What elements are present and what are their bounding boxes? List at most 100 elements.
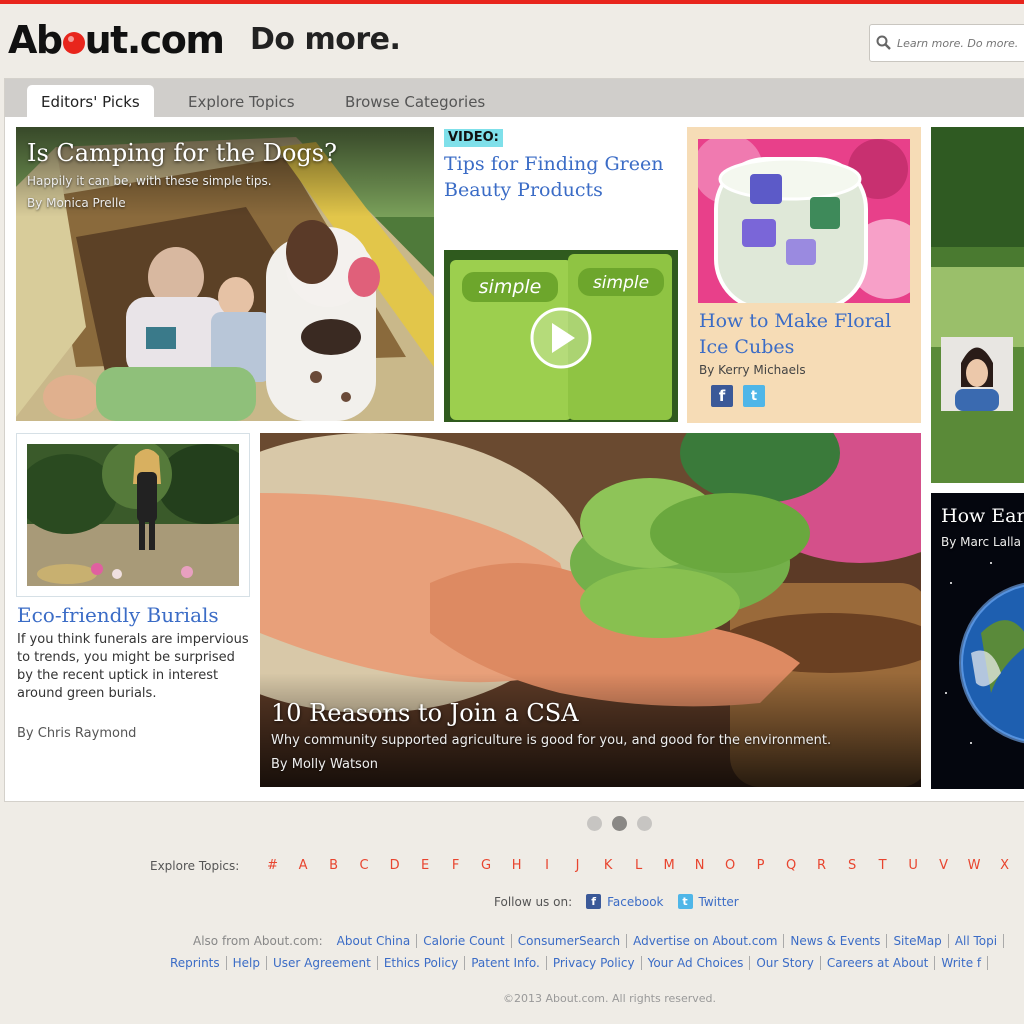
earth-title[interactable]: How Ear [941, 505, 1024, 527]
az-letter[interactable]: B [318, 858, 349, 873]
az-letter[interactable]: G [471, 858, 502, 873]
footer-link[interactable]: News & Events [784, 934, 888, 948]
az-letter[interactable]: V [928, 858, 959, 873]
about-logo[interactable]: Ab ut.com [8, 18, 225, 62]
az-letter[interactable]: K [593, 858, 624, 873]
az-letter[interactable]: U [898, 858, 929, 873]
tab-bar: Editors' Picks Explore Topics Browse Cat… [5, 79, 1024, 117]
burials-image-frame [16, 433, 250, 597]
page-dot-3[interactable] [637, 816, 652, 831]
tab-browse-categories[interactable]: Browse Categories [331, 85, 499, 117]
earth-byline: By Marc Lalla [941, 535, 1021, 549]
also-from-label: Also from About.com: [193, 934, 323, 948]
logo-text-a: Ab [8, 18, 63, 62]
footer-link[interactable]: Careers at About [821, 956, 936, 970]
footer-link[interactable]: Patent Info. [465, 956, 547, 970]
az-letter[interactable]: N [684, 858, 715, 873]
footer-link[interactable]: Calorie Count [417, 934, 512, 948]
burials-description: If you think funerals are impervious to … [17, 632, 249, 701]
logo-text-b: ut.com [84, 18, 225, 62]
az-letter[interactable]: R [806, 858, 837, 873]
az-letter[interactable]: S [837, 858, 868, 873]
explore-topics-az: Explore Topics: # A B C D E F G H I J K L M N O P Q R S T U V W… [150, 858, 1020, 873]
csa-card[interactable]: 10 Reasons to Join a CSA Why community s… [260, 433, 921, 787]
az-letter[interactable]: W [959, 858, 990, 873]
burials-byline: By Chris Raymond [17, 726, 137, 741]
burials-title[interactable]: Eco-friendly Burials [17, 603, 219, 627]
camping-title[interactable]: Is Camping for the Dogs? [27, 139, 337, 167]
search-input[interactable] [897, 36, 1024, 50]
az-letter[interactable]: O [715, 858, 746, 873]
ice-cubes-card[interactable]: How to Make Floral Ice Cubes By Kerry Mi… [687, 127, 921, 423]
footer-link[interactable]: Reprints [164, 956, 227, 970]
footer-link[interactable]: Ethics Policy [378, 956, 466, 970]
az-letter[interactable]: # [257, 858, 288, 873]
search-box[interactable] [869, 24, 1024, 62]
footer-link[interactable]: SiteMap [887, 934, 949, 948]
tab-explore-topics[interactable]: Explore Topics [174, 85, 309, 117]
facebook-link[interactable]: Facebook [607, 895, 663, 909]
az-letter[interactable]: Q [776, 858, 807, 873]
az-letter[interactable]: H [501, 858, 532, 873]
az-letter[interactable]: L [623, 858, 654, 873]
burials-image [27, 444, 239, 586]
camping-image [16, 127, 434, 421]
twitter-link[interactable]: Twitter [699, 895, 739, 909]
az-letter[interactable]: I [532, 858, 563, 873]
video-badge: VIDEO: [444, 129, 503, 147]
footer-link[interactable]: User Agreement [267, 956, 378, 970]
footer-link[interactable]: Our Story [750, 956, 821, 970]
footer-link[interactable]: ConsumerSearch [512, 934, 628, 948]
ice-cubes-image [698, 139, 910, 303]
right-top-card[interactable] [931, 127, 1024, 483]
footer-links-2: Reprints Help User Agreement Ethics Policy P… [164, 956, 989, 970]
csa-subtitle: Why community supported agriculture is g… [271, 733, 832, 748]
footer-row-1: Also from About.com: About China Calorie … [193, 934, 1005, 948]
twitter-share-icon[interactable]: t [743, 385, 765, 407]
az-letter[interactable]: F [440, 858, 471, 873]
ice-cubes-title[interactable]: How to Make Floral Ice Cubes [699, 308, 911, 360]
az-letter[interactable]: J [562, 858, 593, 873]
video-title[interactable]: Tips for Finding Green Beauty Products [444, 151, 674, 203]
csa-title[interactable]: 10 Reasons to Join a CSA [271, 699, 579, 727]
video-thumbnail[interactable]: simple simple [444, 250, 678, 422]
az-letter[interactable]: A [288, 858, 319, 873]
footer-link[interactable]: Your Ad Choices [642, 956, 751, 970]
facebook-share-icon[interactable]: f [711, 385, 733, 407]
footer-link[interactable]: Help [227, 956, 267, 970]
az-letter[interactable]: X [989, 858, 1020, 873]
footer-link[interactable]: Privacy Policy [547, 956, 642, 970]
copyright: ©2013 About.com. All rights reserved. [503, 992, 717, 1005]
footer-link[interactable]: Advertise on About.com [627, 934, 785, 948]
logo-dot-icon [62, 32, 85, 54]
az-letter[interactable]: M [654, 858, 685, 873]
camping-card[interactable]: Is Camping for the Dogs? Happily it can … [16, 127, 434, 421]
footer-links-1: About China Calorie Count ConsumerSearch Ad… [331, 934, 1005, 948]
page-dot-2[interactable] [612, 816, 627, 831]
ice-cubes-byline: By Kerry Michaels [699, 363, 806, 377]
tagline: Do more. [250, 22, 401, 57]
twitter-icon[interactable]: t [677, 894, 693, 909]
burials-card[interactable]: Eco-friendly Burials If you think funera… [16, 433, 252, 813]
az-letter[interactable]: P [745, 858, 776, 873]
footer-link[interactable]: About China [331, 934, 418, 948]
earth-card[interactable]: How Ear By Marc Lalla [931, 493, 1024, 789]
az-letter[interactable]: C [349, 858, 380, 873]
az-letter[interactable]: E [410, 858, 441, 873]
az-letters: # A B C D E F G H I J K L M N O P Q R S T U V W X [257, 858, 1020, 873]
facebook-icon[interactable]: f [586, 894, 602, 909]
az-letter[interactable]: D [379, 858, 410, 873]
az-letter[interactable]: T [867, 858, 898, 873]
csa-byline: By Molly Watson [271, 757, 379, 772]
camping-subtitle: Happily it can be, with these simple tip… [27, 174, 272, 188]
follow-us: Follow us on: f Facebook t Twitter [494, 894, 739, 909]
svg-text:simple: simple [593, 273, 649, 293]
footer-link[interactable]: All Topi [949, 934, 1005, 948]
footer-link[interactable]: Write f [935, 956, 989, 970]
video-card[interactable]: VIDEO: Tips for Finding Green Beauty Pro… [443, 127, 679, 423]
tab-editors-picks[interactable]: Editors' Picks [27, 85, 154, 117]
search-icon [876, 35, 891, 50]
page-dot-1[interactable] [587, 816, 602, 831]
svg-text:simple: simple [479, 276, 542, 298]
explore-topics-label: Explore Topics: [150, 858, 240, 873]
